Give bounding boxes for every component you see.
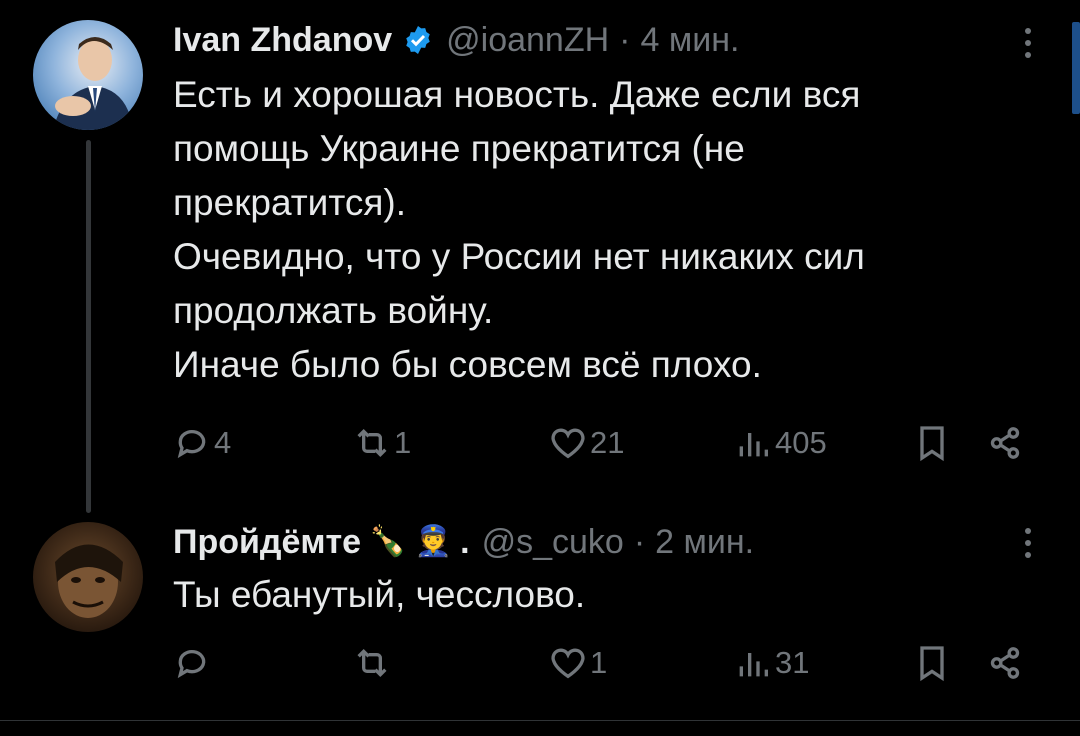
divider [0,720,1080,721]
like-button[interactable]: 21 [548,418,624,468]
timestamp[interactable]: 2 мин. [655,522,754,562]
views-button[interactable]: 31 [733,638,809,688]
views-count: 31 [775,645,810,680]
heart-icon [551,648,585,679]
tweet-line: Ты ебанутый, чесслово. [173,574,586,615]
tweet-ivan-zhdanov[interactable]: Ivan Zhdanov @ioannZH · 4 мин. Есть и хо… [0,0,1080,513]
reply-button[interactable]: 4 [172,418,231,468]
action-bar: 4 1 21 405 [0,418,1080,468]
heart-icon [551,428,585,459]
tweet-line: продолжать войну. [173,290,494,331]
separator-dot: · [633,523,646,561]
tweet-header: Пройдёмте 🍾 👮 . @s_cuko · 2 мин. [173,522,754,562]
views-count: 405 [775,425,827,460]
like-count: 21 [590,425,625,460]
separator-dot: · [619,21,631,59]
like-count: 1 [590,645,608,680]
reply-icon [177,650,206,679]
reply-icon [177,430,206,459]
bookmark-icon [920,646,944,682]
bookmark-button[interactable] [912,418,952,468]
author-name[interactable]: Ivan Zhdanov [173,20,392,60]
avatar[interactable] [33,522,143,632]
retweet-button[interactable] [352,638,394,688]
share-button[interactable] [985,418,1025,468]
retweet-icon [357,648,387,678]
more-vertical-icon[interactable] [1022,528,1034,558]
bookmark-button[interactable] [912,638,952,688]
avatar[interactable] [33,20,143,130]
retweet-icon [357,428,387,458]
more-vertical-icon[interactable] [1022,28,1034,58]
twitter-thread: Ivan Zhdanov @ioannZH · 4 мин. Есть и хо… [0,0,1080,736]
like-button[interactable]: 1 [548,638,607,688]
tweet-text: Ты ебанутый, чесслово. [173,568,993,622]
tweet-line: помощь Украине прекратится (не [173,128,745,169]
tweet-line: Есть и хорошая новость. Даже если вся [173,74,861,115]
verified-badge-icon [402,24,434,56]
action-bar: 1 31 [0,638,1080,688]
share-button[interactable] [985,638,1025,688]
tweet-line: Иначе было бы совсем всё плохо. [173,344,762,385]
share-icon [990,427,1020,459]
tweet-header: Ivan Zhdanov @ioannZH · 4 мин. [173,20,739,60]
timestamp[interactable]: 4 мин. [641,20,740,60]
author-name[interactable]: Пройдёмте [173,522,361,562]
reply-button[interactable] [172,638,214,688]
bookmark-icon [920,426,944,462]
reply-count: 4 [214,425,232,460]
views-icon [739,433,768,457]
views-button[interactable]: 405 [733,418,827,468]
name-suffix: . [460,523,470,561]
retweet-button[interactable]: 1 [352,418,411,468]
retweet-count: 1 [394,425,412,460]
author-handle[interactable]: @ioannZH [446,20,609,60]
tweet-line: прекратится). [173,182,407,223]
author-handle[interactable]: @s_cuko [482,522,624,562]
name-emojis: 🍾 👮 [369,525,453,558]
share-icon [990,647,1020,679]
tweet-text: Есть и хорошая новость. Даже если вся по… [173,68,993,392]
tweet-line: Очевидно, что у России нет никаких сил [173,236,865,277]
tweet-reply[interactable]: Пройдёмте 🍾 👮 . @s_cuko · 2 мин. Ты ебан… [0,500,1080,720]
views-icon [739,653,768,677]
